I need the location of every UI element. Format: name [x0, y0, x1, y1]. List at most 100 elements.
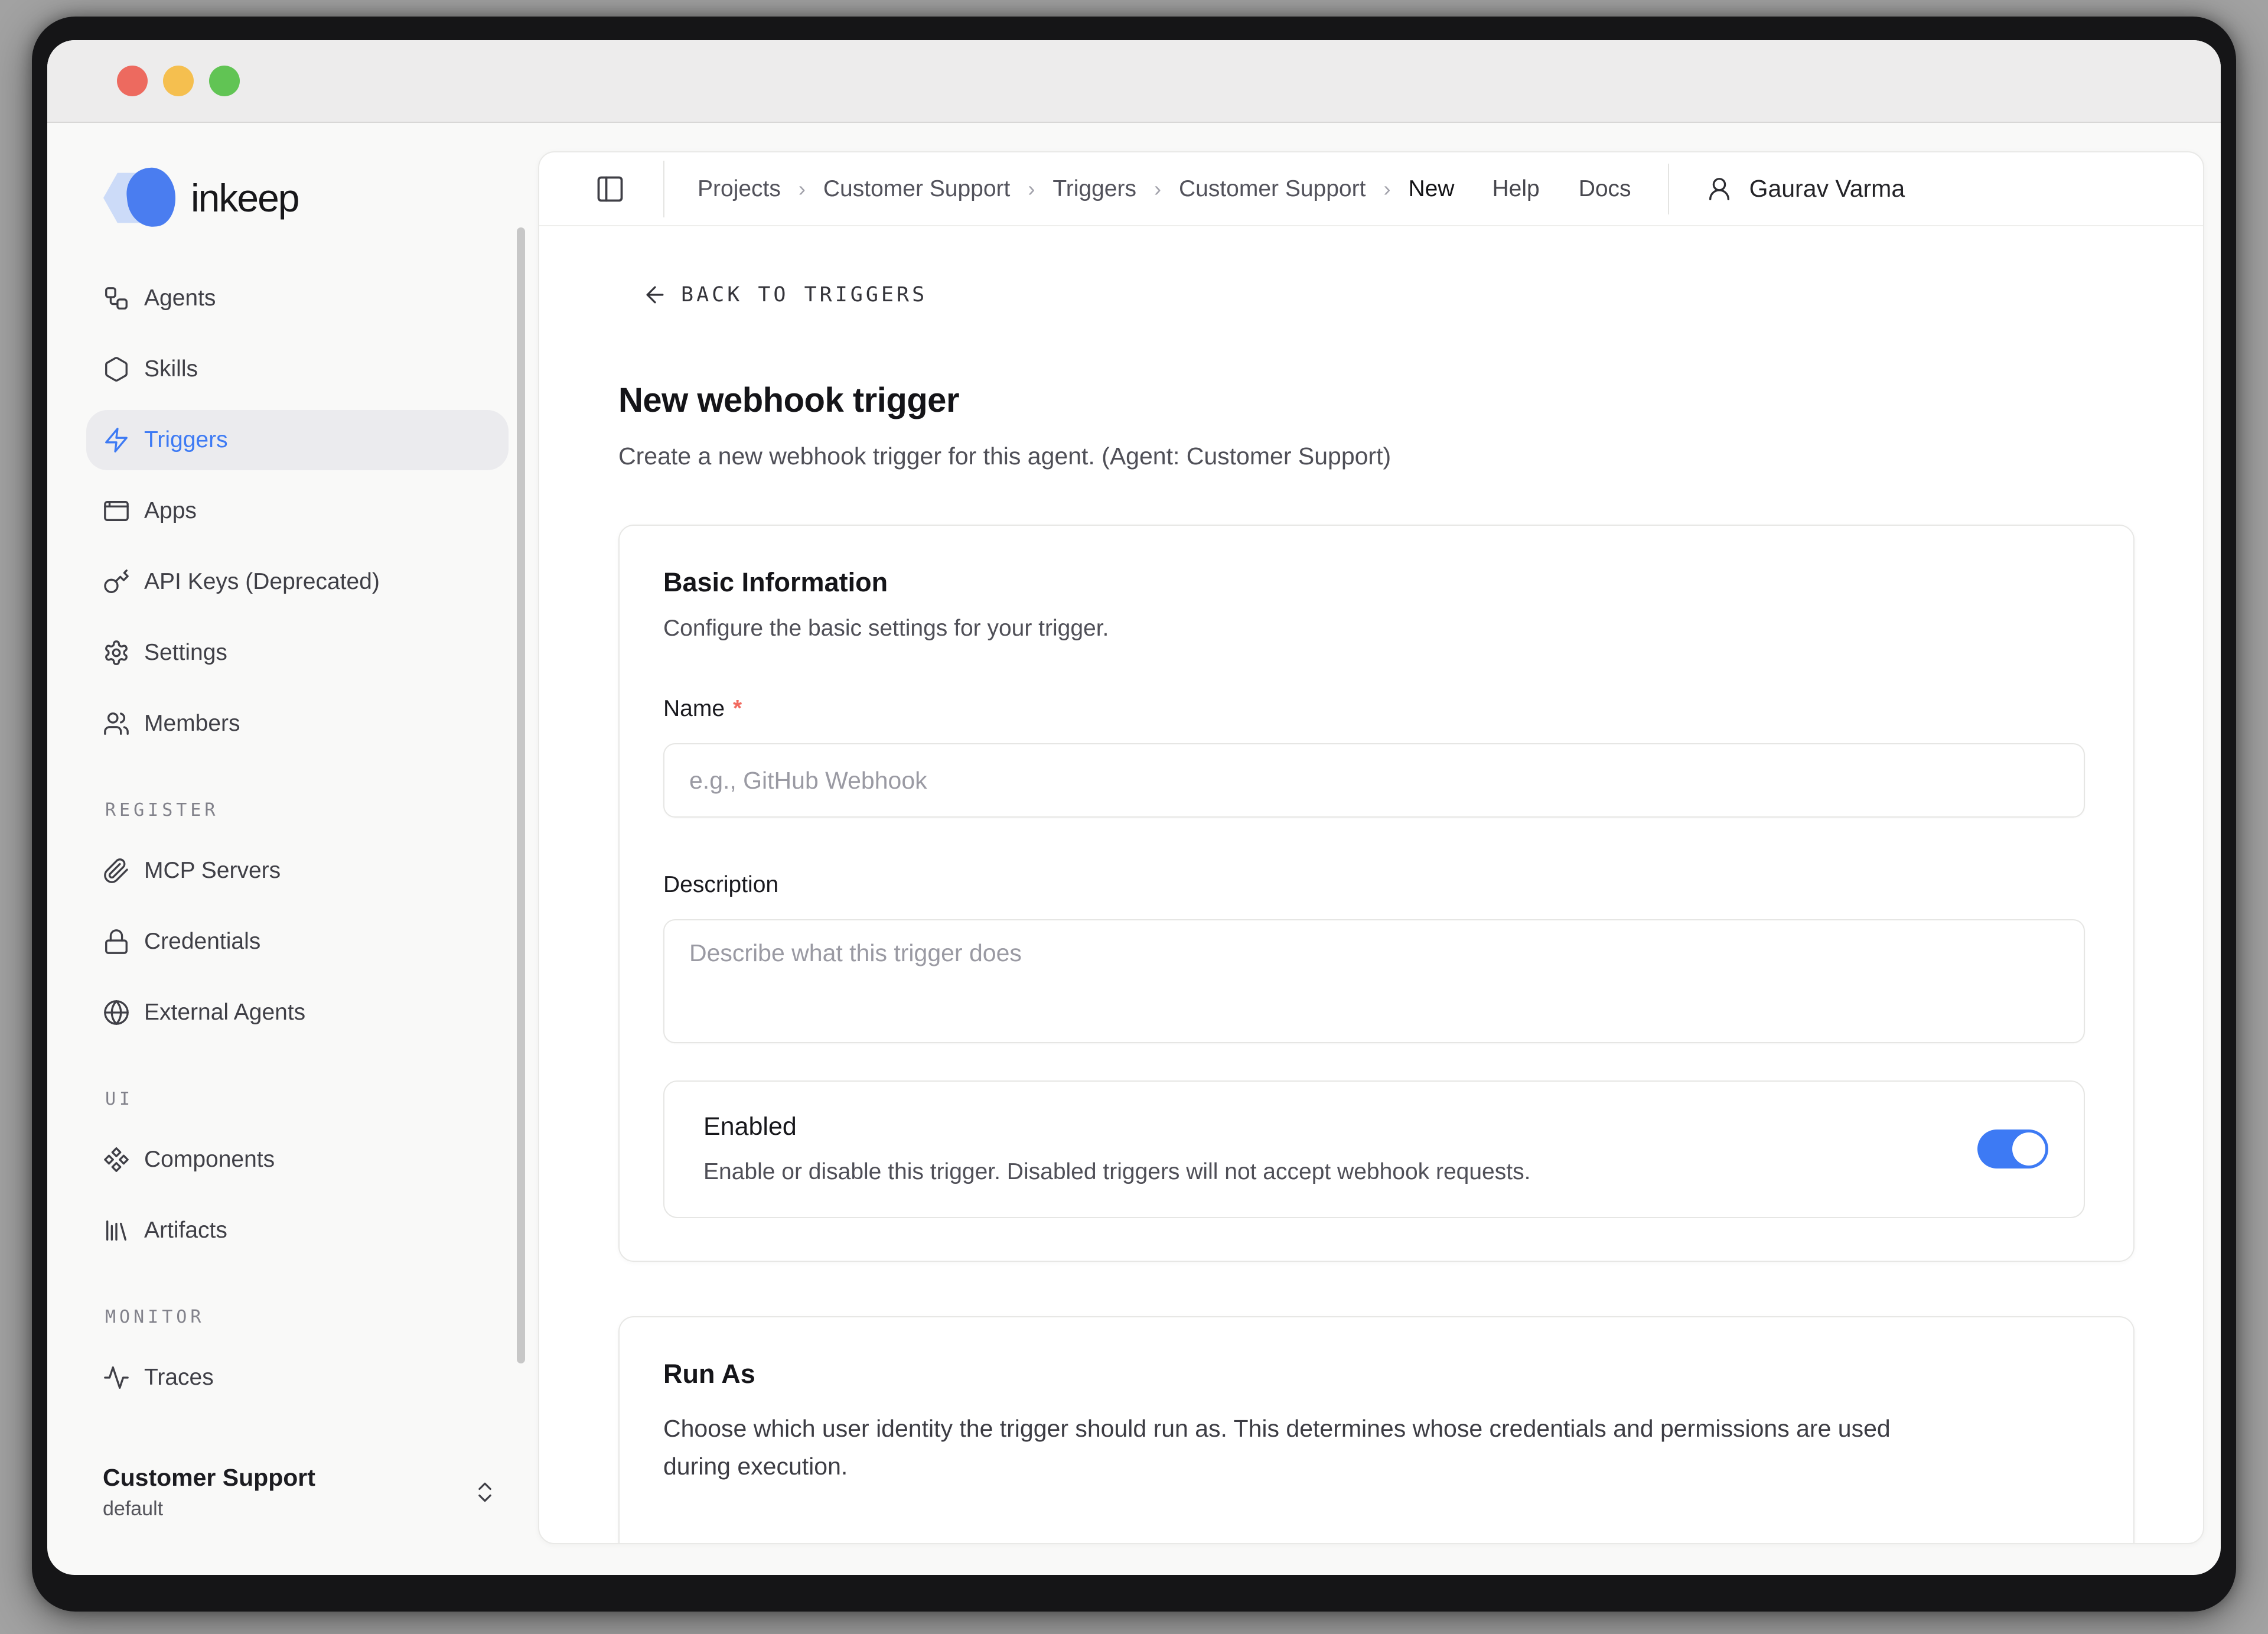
required-marker: * [733, 696, 742, 722]
sidebar-item-label: Credentials [144, 929, 260, 955]
sidebar-section-monitor: MONITOR [105, 1307, 509, 1327]
sidebar-item-components[interactable]: Components [86, 1130, 509, 1190]
enabled-description: Enable or disable this trigger. Disabled… [703, 1159, 1942, 1185]
device-frame: inkeep Agents Skills Triggers [32, 17, 2236, 1612]
minimize-window-button[interactable] [163, 66, 194, 96]
breadcrumb-project[interactable]: Customer Support [823, 176, 1010, 202]
sidebar-item-apps[interactable]: Apps [86, 481, 509, 541]
breadcrumb-separator: › [799, 177, 806, 201]
arrow-left-icon [642, 282, 668, 308]
sidebar-item-agents[interactable]: Agents [86, 268, 509, 328]
component-icon [103, 1146, 130, 1173]
sidebar-item-label: Agents [144, 285, 216, 311]
run-as-description: Choose which user identity the trigger s… [663, 1410, 1904, 1485]
sidebar-item-label: MCP Servers [144, 858, 281, 884]
sidebar-item-label: Members [144, 711, 240, 737]
run-as-card: Run As Choose which user identity the tr… [618, 1316, 2135, 1543]
user-menu[interactable]: Gaurav Varma [1706, 175, 1905, 203]
workflow-icon [103, 285, 130, 312]
app-body: inkeep Agents Skills Triggers [47, 123, 2221, 1575]
enabled-label: Enabled [703, 1112, 1942, 1141]
sidebar-item-label: Triggers [144, 427, 228, 453]
gear-icon [103, 639, 130, 666]
sidebar-item-mcp-servers[interactable]: MCP Servers [86, 841, 509, 901]
lock-icon [103, 928, 130, 955]
name-label: Name * [663, 696, 2085, 722]
enabled-toggle[interactable] [1977, 1130, 2048, 1168]
sidebar-item-triggers[interactable]: Triggers [86, 410, 509, 470]
basic-information-description: Configure the basic settings for your tr… [663, 616, 2085, 642]
app-window-icon [103, 497, 130, 525]
topbar-divider [663, 161, 664, 217]
sidebar-item-label: Components [144, 1147, 275, 1173]
sidebar-item-label: External Agents [144, 1000, 305, 1026]
sidebar-item-label: Apps [144, 498, 197, 524]
project-switcher[interactable]: Customer Support default [47, 1464, 538, 1575]
sidebar-item-artifacts[interactable]: Artifacts [86, 1200, 509, 1261]
toggle-knob [2012, 1132, 2045, 1166]
sidebar-item-label: Traces [144, 1365, 214, 1391]
close-window-button[interactable] [117, 66, 148, 96]
basic-information-card: Basic Information Configure the basic se… [618, 525, 2135, 1262]
basic-information-title: Basic Information [663, 567, 2085, 598]
globe-icon [103, 999, 130, 1026]
sidebar-item-label: Settings [144, 640, 227, 666]
sidebar-item-credentials[interactable]: Credentials [86, 912, 509, 972]
sidebar-item-label: Artifacts [144, 1218, 227, 1244]
page-content: BACK TO TRIGGERS New webhook trigger Cre… [539, 226, 2203, 1543]
sidebar-item-label: Skills [144, 356, 198, 382]
sidebar-item-api-keys[interactable]: API Keys (Deprecated) [86, 552, 509, 612]
chevrons-up-down-icon [472, 1479, 498, 1505]
breadcrumb-projects[interactable]: Projects [698, 176, 781, 202]
sidebar-item-members[interactable]: Members [86, 694, 509, 754]
main-panel: Projects › Customer Support › Triggers ›… [538, 151, 2204, 1544]
page-subtitle: Create a new webhook trigger for this ag… [618, 442, 2135, 470]
enabled-setting: Enabled Enable or disable this trigger. … [663, 1080, 2085, 1218]
description-input[interactable] [663, 919, 2085, 1043]
page-title: New webhook trigger [618, 380, 2135, 420]
activity-icon [103, 1364, 130, 1391]
sidebar-item-settings[interactable]: Settings [86, 623, 509, 683]
sidebar-item-external-agents[interactable]: External Agents [86, 982, 509, 1043]
hexagon-icon [103, 356, 130, 383]
zoom-window-button[interactable] [209, 66, 240, 96]
user-name: Gaurav Varma [1749, 175, 1905, 203]
back-to-triggers-link[interactable]: BACK TO TRIGGERS [642, 282, 927, 308]
sidebar: inkeep Agents Skills Triggers [47, 123, 538, 1575]
project-variant: default [103, 1498, 315, 1521]
run-as-title: Run As [663, 1359, 2085, 1389]
topbar-links: Help Docs [1492, 176, 1631, 202]
name-input[interactable] [663, 743, 2085, 818]
breadcrumb-agent[interactable]: Customer Support [1179, 176, 1366, 202]
breadcrumb-separator: › [1028, 177, 1035, 201]
key-icon [103, 568, 130, 595]
paperclip-icon [103, 857, 130, 884]
traffic-lights [117, 66, 240, 96]
help-link[interactable]: Help [1492, 176, 1539, 202]
sidebar-section-register: REGISTER [105, 800, 509, 821]
docs-link[interactable]: Docs [1579, 176, 1631, 202]
brand-name: inkeep [191, 175, 299, 220]
app-window: inkeep Agents Skills Triggers [47, 40, 2221, 1575]
inkeep-logo-icon [103, 167, 175, 229]
breadcrumb-triggers[interactable]: Triggers [1052, 176, 1136, 202]
sidebar-item-skills[interactable]: Skills [86, 339, 509, 399]
back-link-label: BACK TO TRIGGERS [681, 283, 927, 307]
sidebar-scrollbar[interactable] [517, 227, 525, 1363]
sidebar-item-traces[interactable]: Traces [86, 1347, 509, 1408]
sidebar-section-ui: UI [105, 1089, 509, 1109]
users-icon [103, 710, 130, 737]
breadcrumb-bar: Projects › Customer Support › Triggers ›… [539, 152, 2203, 226]
project-name: Customer Support [103, 1464, 315, 1492]
panel-left-icon[interactable] [595, 174, 625, 204]
sidebar-nav: Agents Skills Triggers Apps [86, 268, 509, 1464]
sidebar-item-label: API Keys (Deprecated) [144, 569, 380, 595]
brand-logo[interactable]: inkeep [103, 165, 538, 230]
breadcrumb: Projects › Customer Support › Triggers ›… [698, 176, 1454, 202]
user-divider [1668, 164, 1669, 214]
macos-titlebar [47, 40, 2221, 123]
breadcrumb-separator: › [1154, 177, 1161, 201]
user-icon [1706, 175, 1733, 203]
description-label: Description [663, 872, 2085, 898]
breadcrumb-current: New [1408, 176, 1454, 202]
